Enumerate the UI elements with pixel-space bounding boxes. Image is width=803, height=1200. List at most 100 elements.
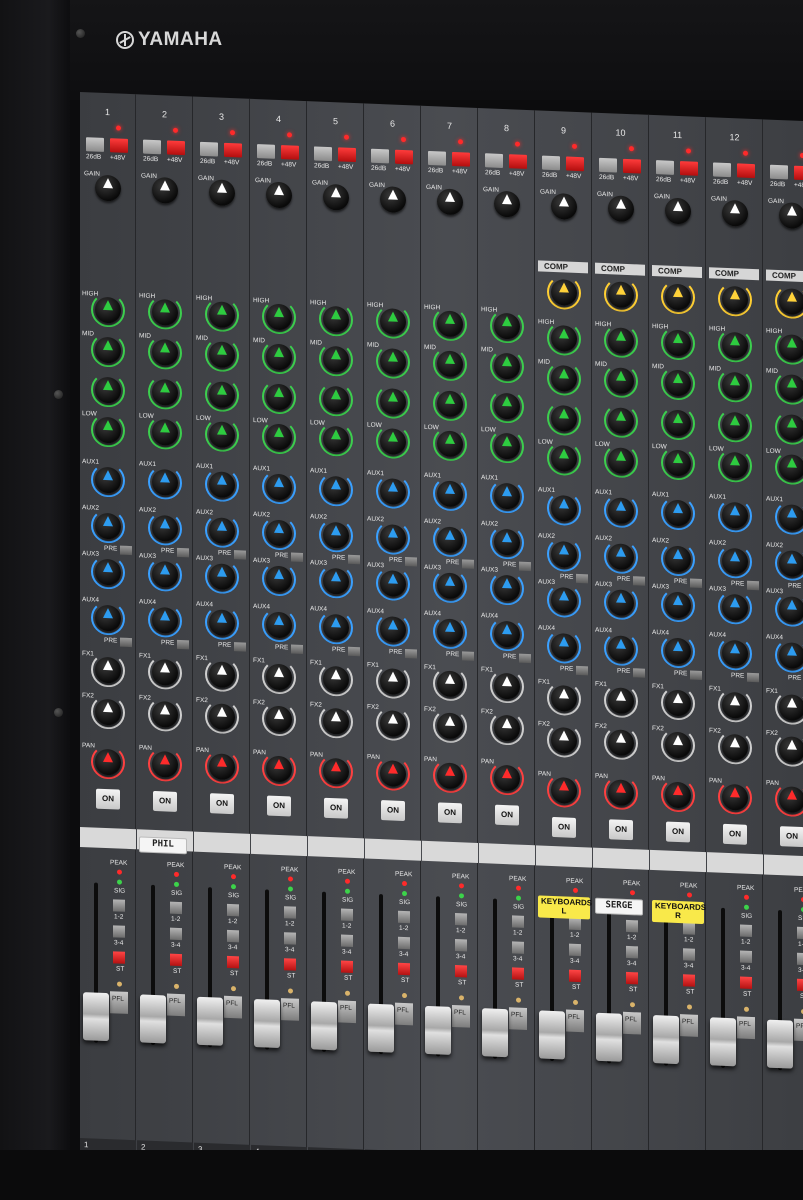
channel-on-button[interactable]: ON bbox=[324, 797, 348, 819]
aux2-send-knob[interactable] bbox=[437, 526, 463, 554]
pre-button[interactable] bbox=[462, 651, 474, 661]
eq-high-knob[interactable] bbox=[323, 305, 349, 333]
route-3-4-button[interactable] bbox=[113, 925, 125, 938]
aux1-send-knob[interactable] bbox=[209, 471, 235, 499]
eq-mid-freq-knob[interactable] bbox=[380, 388, 406, 416]
pre-button[interactable] bbox=[690, 578, 702, 588]
route-stereo-button[interactable] bbox=[569, 969, 581, 983]
gain-knob[interactable] bbox=[323, 183, 349, 211]
gain-knob[interactable] bbox=[152, 176, 178, 204]
pan-knob[interactable] bbox=[608, 779, 634, 807]
gain-knob[interactable] bbox=[266, 181, 292, 209]
eq-low-knob[interactable] bbox=[209, 421, 235, 449]
aux3-send-knob[interactable] bbox=[779, 596, 803, 624]
channel-on-button[interactable]: ON bbox=[495, 804, 519, 826]
route-stereo-button[interactable] bbox=[626, 971, 638, 985]
channel-on-button[interactable]: ON bbox=[153, 790, 177, 812]
pan-knob[interactable] bbox=[152, 750, 178, 778]
gain-knob[interactable] bbox=[608, 195, 634, 223]
pan-knob[interactable] bbox=[665, 781, 691, 809]
fx1-send-knob[interactable] bbox=[608, 687, 634, 715]
channel-fader[interactable] bbox=[653, 1015, 679, 1065]
comp-knob[interactable] bbox=[722, 285, 748, 313]
route-stereo-button[interactable] bbox=[455, 965, 467, 978]
channel-on-button[interactable]: ON bbox=[609, 819, 633, 841]
eq-low-knob[interactable] bbox=[494, 432, 520, 460]
route-stereo-button[interactable] bbox=[113, 951, 125, 964]
gain-knob[interactable] bbox=[665, 197, 691, 225]
aux3-send-knob[interactable] bbox=[665, 591, 691, 619]
channel-fader[interactable] bbox=[311, 1001, 337, 1051]
eq-mid-freq-knob[interactable] bbox=[722, 411, 748, 439]
fx2-send-knob[interactable] bbox=[494, 714, 520, 742]
route-stereo-button[interactable] bbox=[227, 955, 239, 969]
eq-high-knob[interactable] bbox=[95, 296, 121, 324]
aux1-send-knob[interactable] bbox=[722, 501, 748, 529]
channel-fader[interactable] bbox=[596, 1012, 622, 1062]
eq-high-knob[interactable] bbox=[494, 312, 520, 340]
aux3-send-knob[interactable] bbox=[608, 589, 634, 617]
channel-fader[interactable] bbox=[482, 1008, 508, 1058]
eq-low-knob[interactable] bbox=[380, 428, 406, 456]
channel-on-button[interactable]: ON bbox=[552, 816, 576, 838]
aux1-send-knob[interactable] bbox=[551, 494, 577, 522]
pad-button[interactable] bbox=[314, 146, 332, 162]
aux1-send-knob[interactable] bbox=[779, 504, 803, 532]
fx2-send-knob[interactable] bbox=[380, 710, 406, 738]
aux4-send-knob[interactable] bbox=[266, 611, 292, 639]
aux2-send-knob[interactable] bbox=[152, 514, 178, 542]
route-3-4-button[interactable] bbox=[797, 952, 803, 966]
route-3-4-button[interactable] bbox=[740, 950, 752, 963]
route-stereo-button[interactable] bbox=[683, 974, 695, 987]
route-1-2-button[interactable] bbox=[170, 901, 182, 915]
channel-fader[interactable] bbox=[425, 1005, 451, 1055]
aux4-send-knob[interactable] bbox=[152, 606, 178, 634]
eq-mid-freq-knob[interactable] bbox=[152, 378, 178, 406]
aux3-send-knob[interactable] bbox=[152, 560, 178, 588]
channel-on-button[interactable]: ON bbox=[381, 800, 405, 822]
channel-fader[interactable] bbox=[83, 992, 109, 1042]
channel-fader[interactable] bbox=[140, 994, 166, 1044]
aux3-send-knob[interactable] bbox=[95, 558, 121, 586]
eq-mid-freq-knob[interactable] bbox=[551, 404, 577, 432]
aux1-send-knob[interactable] bbox=[152, 468, 178, 496]
aux3-send-knob[interactable] bbox=[323, 567, 349, 595]
pre-button[interactable] bbox=[747, 580, 759, 591]
channel-on-button[interactable]: ON bbox=[723, 823, 747, 845]
pad-button[interactable] bbox=[656, 160, 674, 175]
fx1-send-knob[interactable] bbox=[209, 661, 235, 689]
route-3-4-button[interactable] bbox=[341, 934, 353, 947]
phantom-power-button[interactable] bbox=[395, 149, 413, 165]
eq-low-knob[interactable] bbox=[608, 447, 634, 475]
route-3-4-button[interactable] bbox=[170, 927, 182, 941]
gain-knob[interactable] bbox=[209, 179, 235, 207]
fx2-send-knob[interactable] bbox=[323, 707, 349, 735]
phantom-power-button[interactable] bbox=[224, 142, 242, 158]
eq-high-knob[interactable] bbox=[209, 301, 235, 329]
eq-high-knob[interactable] bbox=[665, 329, 691, 357]
fx2-send-knob[interactable] bbox=[437, 712, 463, 740]
gain-knob[interactable] bbox=[722, 199, 748, 227]
eq-mid-knob[interactable] bbox=[323, 345, 349, 373]
aux3-send-knob[interactable] bbox=[437, 572, 463, 600]
pre-button[interactable] bbox=[348, 646, 360, 657]
route-1-2-button[interactable] bbox=[284, 906, 296, 919]
eq-mid-knob[interactable] bbox=[266, 343, 292, 371]
fx2-send-knob[interactable] bbox=[152, 700, 178, 728]
aux2-send-knob[interactable] bbox=[779, 550, 803, 578]
aux1-send-knob[interactable] bbox=[266, 473, 292, 501]
eq-mid-freq-knob[interactable] bbox=[437, 390, 463, 418]
aux4-send-knob[interactable] bbox=[95, 604, 121, 632]
pre-button[interactable] bbox=[576, 573, 588, 584]
eq-high-knob[interactable] bbox=[608, 327, 634, 355]
pre-button[interactable] bbox=[462, 559, 474, 569]
pad-button[interactable] bbox=[257, 144, 275, 159]
phantom-power-button[interactable] bbox=[338, 147, 356, 163]
aux2-send-knob[interactable] bbox=[266, 519, 292, 547]
eq-low-knob[interactable] bbox=[722, 451, 748, 479]
pan-knob[interactable] bbox=[494, 764, 520, 792]
fx2-send-knob[interactable] bbox=[551, 726, 577, 754]
eq-low-knob[interactable] bbox=[323, 425, 349, 453]
eq-mid-freq-knob[interactable] bbox=[95, 376, 121, 404]
fx2-send-knob[interactable] bbox=[665, 731, 691, 759]
